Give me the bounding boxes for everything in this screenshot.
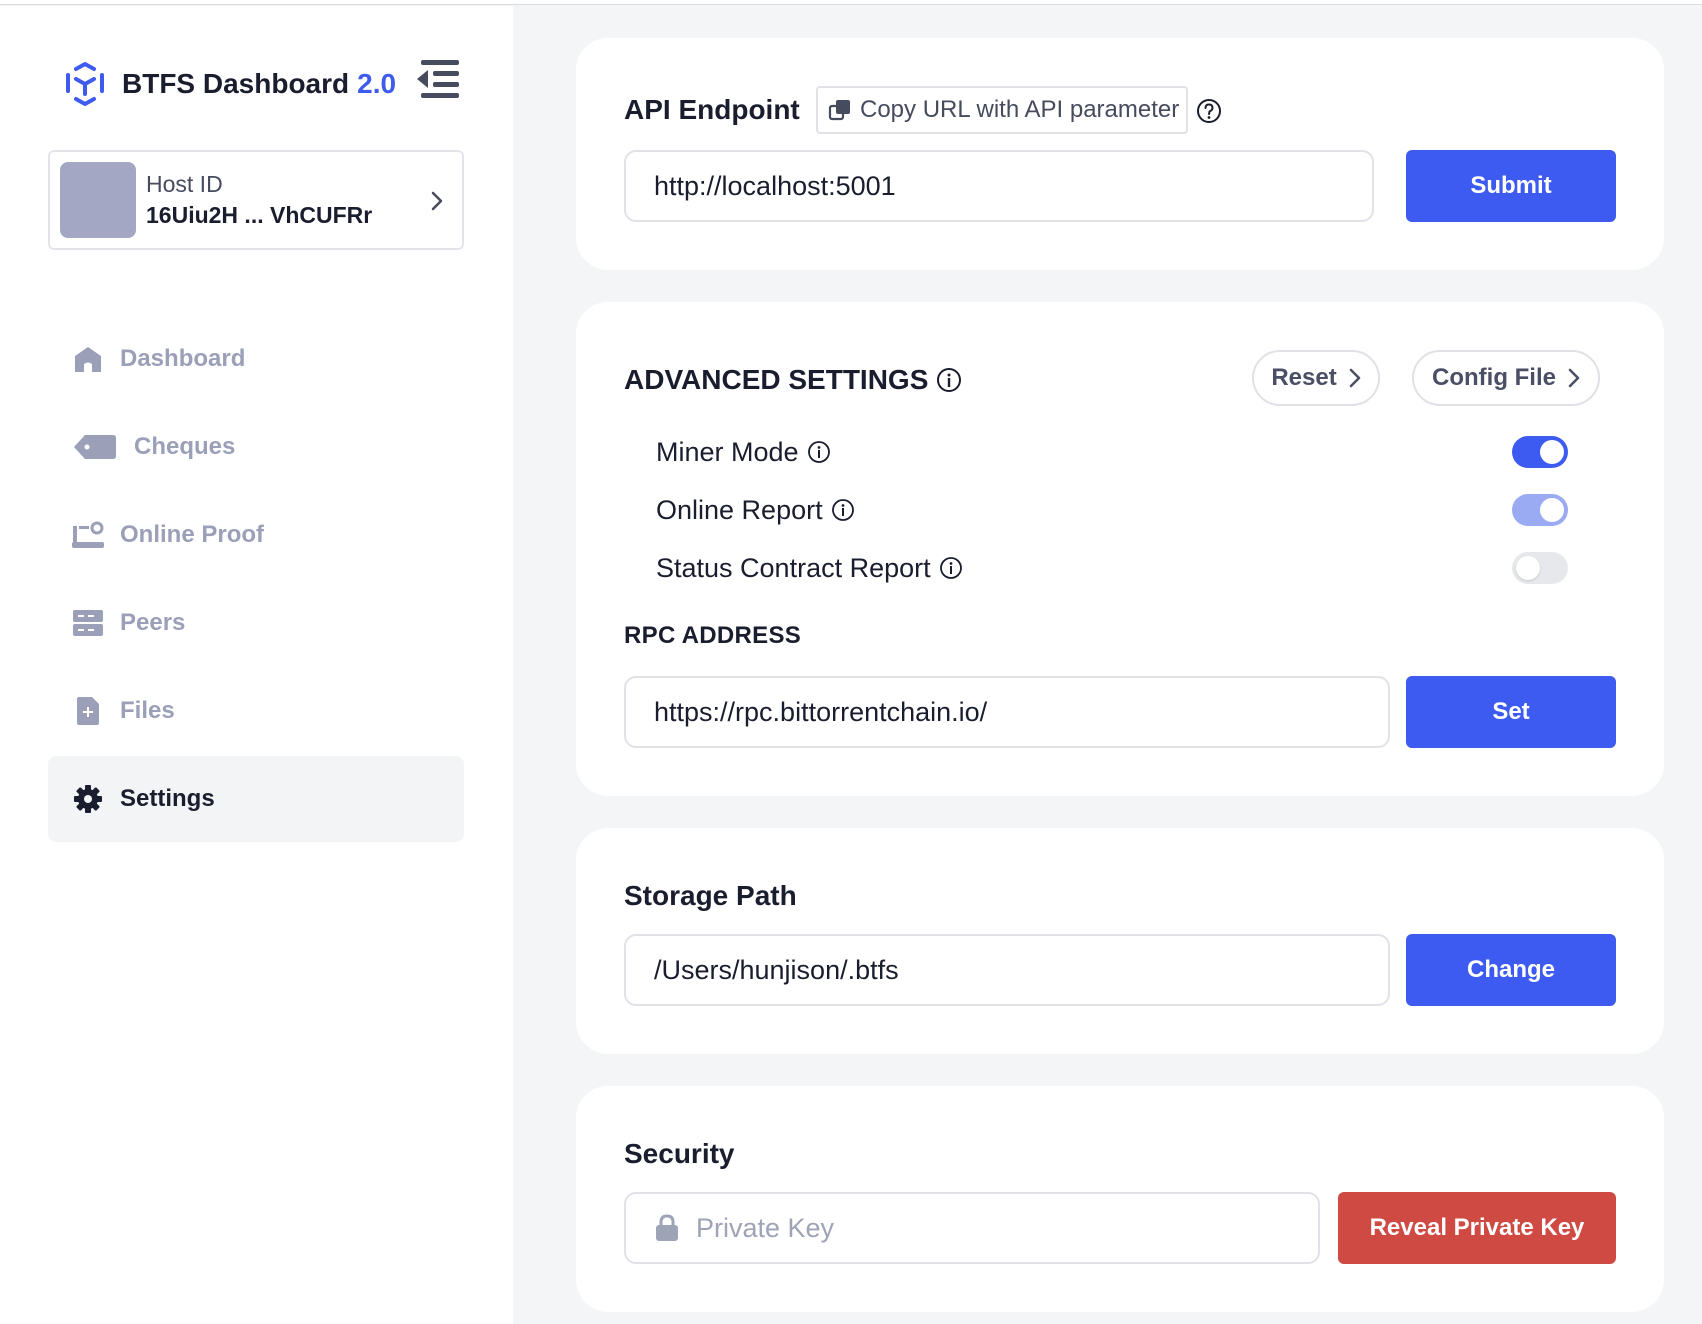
avatar: [60, 162, 136, 238]
security-title: Security: [624, 1138, 735, 1169]
miner-mode-toggle[interactable]: [1512, 436, 1568, 468]
cube-logo-icon: [66, 62, 104, 106]
copy-url-label: Copy URL with API parameter: [860, 96, 1180, 123]
private-key-placeholder: Private Key: [696, 1212, 835, 1243]
change-storage-button[interactable]: Change: [1406, 934, 1616, 1006]
sidebar-item-peers[interactable]: Peers: [48, 580, 464, 666]
api-endpoint-input[interactable]: http://localhost:5001: [624, 150, 1374, 222]
tag-icon: [70, 431, 120, 463]
api-endpoint-title: API Endpoint: [624, 94, 800, 125]
info-icon[interactable]: [831, 498, 855, 522]
server-icon: [70, 607, 106, 639]
host-id-label: Host ID: [146, 171, 223, 197]
set-rpc-button[interactable]: Set: [1406, 676, 1616, 748]
chevron-right-icon: [1349, 368, 1360, 388]
api-endpoint-value: http://localhost:5001: [654, 170, 896, 201]
info-icon[interactable]: [936, 367, 962, 393]
copy-url-button[interactable]: Copy URL with API parameter: [816, 86, 1188, 134]
storage-path-input[interactable]: /Users/hunjison/.btfs: [624, 934, 1390, 1006]
sidebar-item-label: Online Proof: [120, 521, 264, 548]
storage-path-title: Storage Path: [624, 880, 797, 911]
window-top-border: [0, 0, 1702, 5]
config-file-button[interactable]: Config File: [1412, 350, 1600, 406]
status-contract-report-toggle[interactable]: [1512, 552, 1568, 584]
miner-mode-label: Miner Mode: [656, 436, 799, 467]
toggle-knob: [1540, 440, 1564, 464]
copy-icon: [828, 100, 850, 121]
reset-button[interactable]: Reset: [1252, 350, 1380, 406]
sidebar-item-online-proof[interactable]: Online Proof: [48, 492, 464, 578]
advanced-settings-title: ADVANCED SETTINGS: [624, 364, 962, 396]
private-key-input[interactable]: Private Key: [624, 1192, 1320, 1264]
rpc-address-input[interactable]: https://rpc.bittorrentchain.io/: [624, 676, 1390, 748]
sidebar-item-label: Settings: [120, 785, 215, 812]
sidebar-item-files[interactable]: Files: [48, 668, 464, 754]
chevron-right-icon: [431, 191, 443, 211]
chevron-right-icon: [1568, 368, 1580, 388]
status-contract-report-label: Status Contract Report: [656, 552, 931, 583]
api-endpoint-card: API Endpoint Copy URL with API parameter…: [576, 38, 1664, 270]
sidebar-item-label: Dashboard: [120, 345, 246, 372]
sidebar-item-settings[interactable]: Settings: [48, 756, 464, 842]
online-report-toggle[interactable]: [1512, 494, 1568, 526]
brand-version: 2.0: [357, 68, 397, 99]
sidebar: BTFS Dashboard 2.0 Host ID 16Uiu2H ... Vh…: [0, 6, 513, 1324]
brand: BTFS Dashboard 2.0: [62, 58, 462, 110]
file-add-icon: [70, 695, 106, 727]
miner-mode-row: Miner Mode: [656, 432, 831, 472]
sidebar-item-label: Cheques: [134, 433, 236, 460]
advanced-settings-card: ADVANCED SETTINGS Reset Config File Mine…: [576, 302, 1664, 796]
advanced-settings-title-text: ADVANCED SETTINGS: [624, 364, 929, 395]
gear-icon: [70, 783, 106, 815]
sidebar-nav: Dashboard Cheques Online Proof Peers Fil…: [48, 316, 464, 844]
proof-icon: [70, 519, 106, 551]
brand-title: BTFS Dashboard 2.0: [122, 68, 397, 99]
host-id-card[interactable]: Host ID 16Uiu2H ... VhCUFRr: [48, 150, 464, 250]
sidebar-item-cheques[interactable]: Cheques: [48, 404, 464, 490]
info-icon[interactable]: [939, 556, 963, 580]
submit-button[interactable]: Submit: [1406, 150, 1616, 222]
collapse-sidebar-icon[interactable]: [415, 56, 461, 102]
storage-path-card: Storage Path /Users/hunjison/.btfs Chang…: [576, 828, 1664, 1054]
online-report-row: Online Report: [656, 490, 855, 530]
info-icon[interactable]: [807, 440, 831, 464]
sidebar-item-label: Files: [120, 697, 175, 724]
reset-label: Reset: [1271, 364, 1337, 391]
sidebar-item-dashboard[interactable]: Dashboard: [48, 316, 464, 402]
help-icon[interactable]: [1196, 98, 1222, 124]
toggle-knob: [1516, 556, 1540, 580]
reveal-private-key-button[interactable]: Reveal Private Key: [1338, 1192, 1616, 1264]
home-icon: [70, 343, 106, 375]
sidebar-item-label: Peers: [120, 609, 186, 636]
rpc-address-title: RPC ADDRESS: [624, 622, 802, 649]
toggle-knob: [1540, 498, 1564, 522]
rpc-address-value: https://rpc.bittorrentchain.io/: [654, 696, 988, 727]
host-id-value: 16Uiu2H ... VhCUFRr: [146, 202, 373, 228]
security-card: Security Private Key Reveal Private Key: [576, 1086, 1664, 1312]
status-contract-report-row: Status Contract Report: [656, 548, 963, 588]
lock-icon: [656, 1214, 678, 1241]
storage-path-value: /Users/hunjison/.btfs: [654, 954, 899, 985]
config-file-label: Config File: [1432, 364, 1556, 391]
online-report-label: Online Report: [656, 494, 823, 525]
